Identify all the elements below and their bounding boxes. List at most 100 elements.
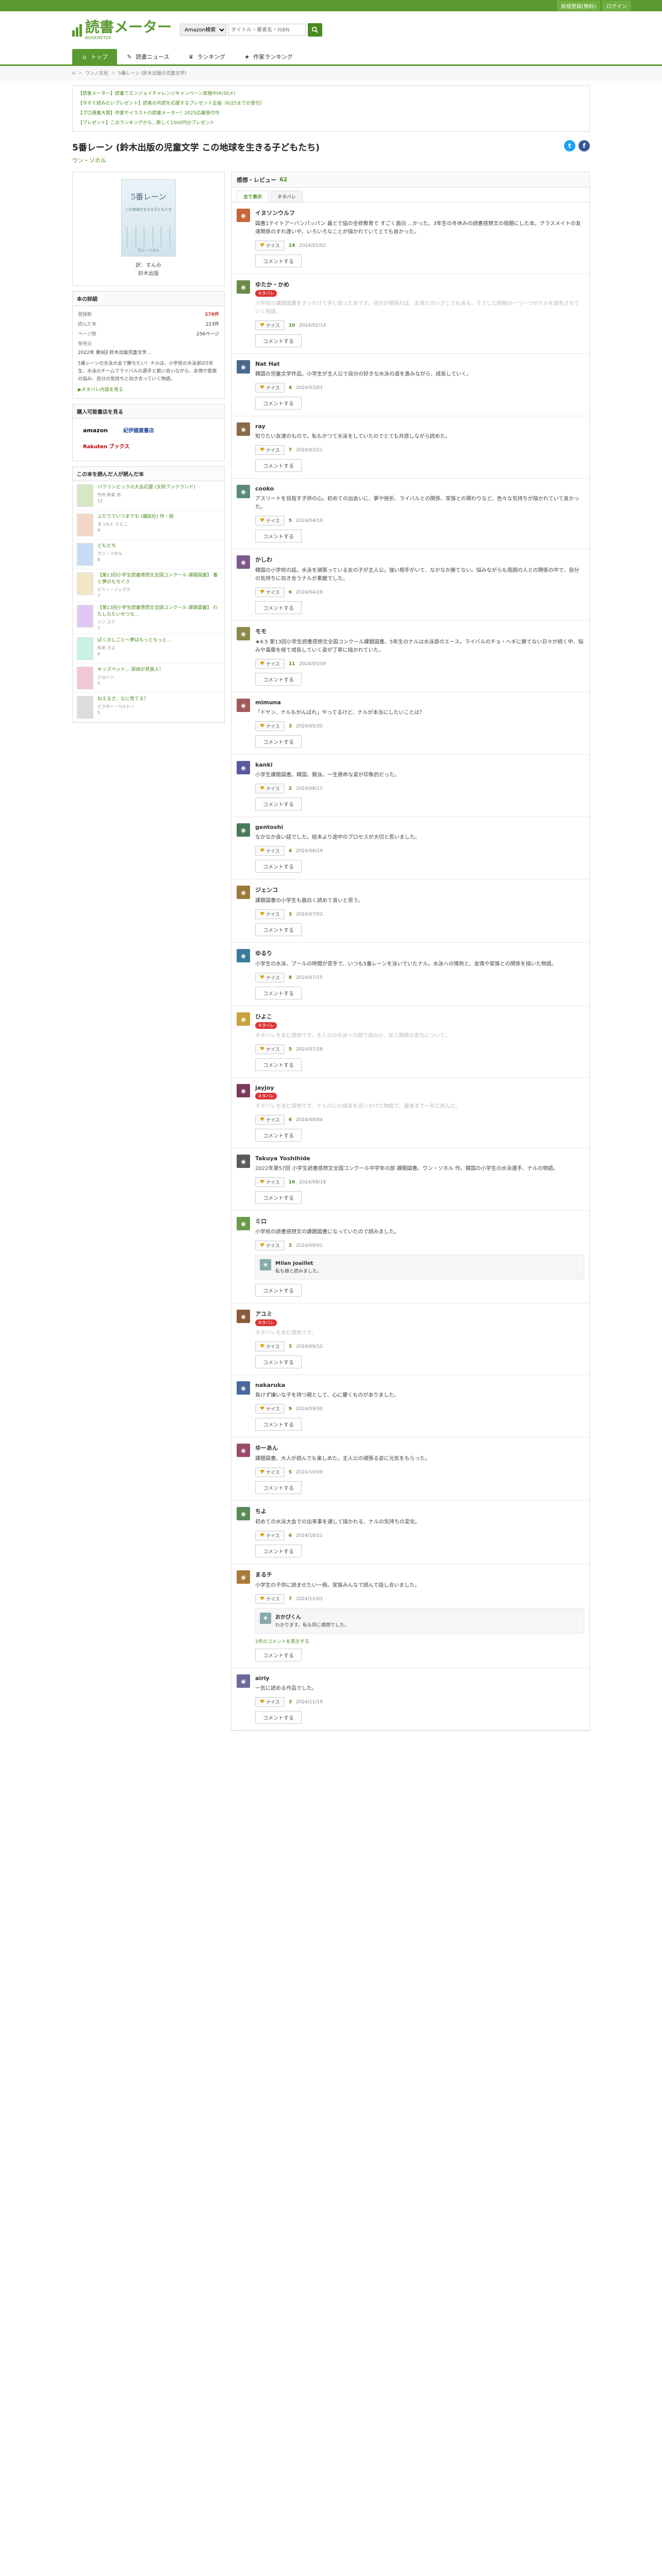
avatar[interactable]: ◉ [237,761,250,774]
reviewer-name[interactable]: イヌソンウルフ [255,210,295,216]
notice-link[interactable]: 【読者メーター】読書でエンジョイチャレンジキャンペーン実施中(6/30〆) [78,89,584,99]
rakuten-link[interactable]: Rakuten ブックス [78,440,135,451]
related-book-item[interactable]: パラリンピックの大会応援 (文研ブックランド) 竹内 希美 他 12 [73,481,224,511]
related-book-title[interactable]: 【第13回小学生読書感想文全国コンクール 課題図書】 書と夢のもちぐさ [97,572,220,586]
related-book-item[interactable]: キッズベッド... 探偵が見張人！ ジョハン 5 [73,664,224,693]
book-thumbnail[interactable] [77,605,93,628]
comment-button[interactable]: コメントする [255,987,302,999]
book-thumbnail[interactable] [77,543,93,566]
related-book-item[interactable]: ぼくのしごと～夢はもっともっと... 松本 さよ 6 [73,634,224,664]
avatar[interactable]: ◉ [237,1217,250,1230]
comment-button[interactable]: コメントする [255,1058,302,1071]
reviewer-name[interactable]: jayjoy [255,1084,274,1091]
search-button[interactable] [308,23,323,37]
site-logo[interactable]: 読書メーター BOOKMETER [72,20,172,40]
comment-button[interactable]: コメントする [255,1481,302,1494]
avatar[interactable]: ◉ [260,1613,271,1624]
reviewer-name[interactable]: ゆたか・かめ [255,281,289,288]
kinokuniya-link[interactable]: 紀伊國屋書店 [118,424,159,435]
like-button[interactable]: ♥ ナイス [255,1594,285,1604]
like-button[interactable]: ♥ ナイス [255,659,285,669]
comment-button[interactable]: コメントする [255,1191,302,1204]
like-button[interactable]: ♥ ナイス [255,587,285,597]
search-input[interactable] [228,24,306,36]
search-category-select[interactable]: Amazon検索 [180,24,227,36]
avatar[interactable]: ◉ [237,699,250,712]
home-icon[interactable]: ⌂ [72,71,75,76]
like-button[interactable]: ♥ ナイス [255,721,285,731]
reviewer-name[interactable]: モモ [255,628,267,635]
login-link[interactable]: ログイン [602,0,631,11]
avatar[interactable]: ◉ [237,1444,250,1457]
avatar[interactable]: ◉ [237,1012,250,1026]
book-thumbnail[interactable] [77,696,93,719]
breadcrumb-item[interactable]: ワンノ文化 [85,70,108,76]
like-button[interactable]: ♥ ナイス [255,516,285,526]
avatar[interactable]: ◉ [237,823,250,837]
related-book-title[interactable]: ふたりでいつまでも (講談社) 作・絵 [97,514,174,520]
comment-button[interactable]: コメントする [255,735,302,748]
avatar[interactable]: ◉ [237,209,250,222]
related-book-title[interactable]: 【第13回小学生読書感想文全国コンクール 課題図書】 わたしのたいせつな... [97,605,220,618]
related-book-title[interactable]: ねえるさ、なに見てる？ [97,696,148,703]
comment-button[interactable]: コメントする [255,1545,302,1557]
comment-button[interactable]: コメントする [255,601,302,614]
comment-button[interactable]: コメントする [255,673,302,686]
book-thumbnail[interactable] [77,514,93,536]
comment-button[interactable]: コメントする [255,334,302,347]
related-book-title[interactable]: どもだち [97,543,122,550]
reply-author[interactable]: おかぴくん [275,1615,301,1620]
comment-button[interactable]: コメントする [255,1284,302,1297]
reviewer-name[interactable]: ゆるり [255,950,272,957]
comment-button[interactable]: コメントする [255,1649,302,1662]
reviewer-name[interactable]: Nat Hat [255,361,280,367]
related-book-title[interactable]: キッズベッド... 探偵が見張人！ [97,667,163,673]
book-thumbnail[interactable] [77,637,93,660]
reply-author[interactable]: Milan Joaillet [275,1261,313,1266]
reviewer-name[interactable]: nakaruka [255,1382,285,1388]
avatar[interactable]: ◉ [237,485,250,498]
comment-button[interactable]: コメントする [255,1129,302,1142]
reviewer-name[interactable]: mimuna [255,699,281,706]
comment-button[interactable]: コメントする [255,459,302,472]
nav-author-ranking[interactable]: ★ 作家ランキング [235,49,302,64]
avatar[interactable]: ◉ [237,1570,250,1584]
like-button[interactable]: ♥ ナイス [255,973,285,982]
like-button[interactable]: ♥ ナイス [255,846,285,856]
comment-button[interactable]: コメントする [255,923,302,936]
comment-button[interactable]: コメントする [255,1418,302,1431]
avatar[interactable]: ◉ [237,280,250,294]
nav-top[interactable]: ⌂ トップ [72,49,117,64]
read-more-link[interactable]: ▶ネタバレ内容を見る [78,386,219,394]
reviewer-name[interactable]: ひよこ [255,1013,272,1020]
notice-link[interactable]: 【プレゼント】このランキングから...新しく1500円分プレゼント [78,118,584,128]
avatar[interactable]: ◉ [237,360,250,374]
reviewer-name[interactable]: ray [255,423,266,430]
reviewer-name[interactable]: airiy [255,1675,270,1682]
like-button[interactable]: ♥ ナイス [255,1467,285,1477]
comment-button[interactable]: コメントする [255,798,302,810]
like-button[interactable]: ♥ ナイス [255,1531,285,1540]
like-button[interactable]: ♥ ナイス [255,241,285,250]
like-button[interactable]: ♥ ナイス [255,1044,285,1054]
reviewer-name[interactable]: かしわ [255,556,272,563]
avatar[interactable]: ◉ [237,555,250,569]
comment-button[interactable]: コメントする [255,1711,302,1724]
comment-button[interactable]: コメントする [255,255,302,267]
avatar[interactable]: ◉ [237,1310,250,1323]
tab-all[interactable]: 全て表示 [237,191,269,202]
like-button[interactable]: ♥ ナイス [255,1241,285,1250]
notice-link[interactable]: 【プロ選書大賞】作家やイラストの読書メーター！2025応募受付中 [78,109,584,118]
facebook-icon[interactable]: f [578,140,590,151]
avatar[interactable]: ◉ [237,1155,250,1168]
related-book-item[interactable]: ねえるさ、なに見てる？ ビクター・ベルトー 5 [73,693,224,722]
avatar[interactable]: ◉ [237,886,250,899]
avatar[interactable]: ◉ [237,1381,250,1395]
comment-button[interactable]: コメントする [255,397,302,410]
reviewer-name[interactable]: まるチ [255,1571,272,1578]
related-book-item[interactable]: ふたりでいつまでも (講談社) 作・絵 まつもと さえこ 9 [73,511,224,540]
book-cover[interactable]: 5番レーン この地球を生きる子どもたち ウン・ソホル [121,179,176,257]
nav-news[interactable]: ✎ 読書ニュース [117,49,178,64]
book-thumbnail[interactable] [77,484,93,507]
comment-button[interactable]: コメントする [255,1355,302,1368]
